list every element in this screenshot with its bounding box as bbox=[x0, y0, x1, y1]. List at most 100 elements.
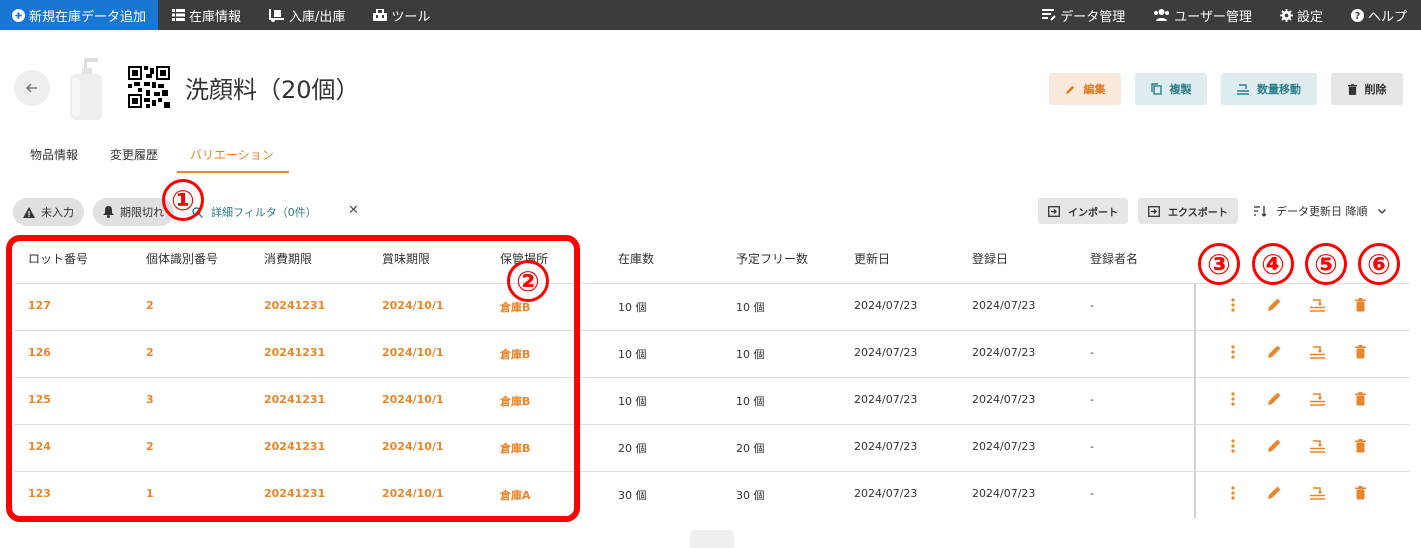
nav-data-management-label: データ管理 bbox=[1060, 9, 1126, 25]
data-management-icon bbox=[1042, 9, 1056, 21]
edit-icon[interactable] bbox=[1265, 343, 1283, 361]
clear-filter-icon[interactable]: ✕ bbox=[348, 203, 359, 218]
cell-planned-free-count: 20 個 bbox=[736, 442, 765, 455]
cell-registered-date: 2024/07/23 bbox=[972, 299, 1036, 312]
top-nav: 新規在庫データ追加 在庫情報 入庫/出庫 ツール データ管理 ユーザー管理 設定… bbox=[0, 0, 1421, 30]
plus-circle-icon bbox=[12, 8, 25, 22]
back-button[interactable] bbox=[14, 70, 50, 106]
import-button[interactable]: インポート bbox=[1038, 198, 1128, 224]
edit-icon[interactable] bbox=[1265, 390, 1283, 408]
cell-planned-free-count: 10 個 bbox=[736, 301, 765, 314]
column-header-registered[interactable]: 登録日 bbox=[972, 250, 1008, 267]
cell-stock-count: 20 個 bbox=[618, 442, 647, 455]
nav-settings[interactable]: 設定 bbox=[1266, 0, 1337, 30]
cell-stock-count: 10 個 bbox=[618, 301, 647, 314]
more-vert-icon[interactable] bbox=[1224, 390, 1242, 408]
expired-filter-label: 期限切れ bbox=[120, 206, 164, 219]
sort-label: データ更新日 降順 bbox=[1276, 205, 1368, 218]
delete-icon[interactable] bbox=[1351, 484, 1369, 502]
tab-change-history[interactable]: 変更履歴 bbox=[110, 146, 158, 163]
nav-in-out-label: 入庫/出庫 bbox=[289, 9, 346, 25]
move-quantity-button[interactable]: 数量移動 bbox=[1221, 73, 1317, 105]
nav-in-out[interactable]: 入庫/出庫 bbox=[255, 0, 359, 30]
add-inventory-label: 新規在庫データ追加 bbox=[29, 9, 147, 25]
cell-updated-date: 2024/07/23 bbox=[854, 440, 918, 453]
users-icon bbox=[1154, 9, 1170, 21]
missing-filter-chip[interactable]: 未入力 bbox=[13, 198, 84, 226]
move-quantity-label: 数量移動 bbox=[1257, 83, 1301, 96]
export-button[interactable]: エクスポート bbox=[1138, 198, 1238, 224]
cell-registrant-name: - bbox=[1090, 346, 1094, 359]
detail-filter-link[interactable]: 詳細フィルタ（0件） bbox=[192, 204, 317, 220]
bell-icon bbox=[103, 206, 114, 218]
nav-user-management-label: ユーザー管理 bbox=[1174, 9, 1252, 25]
column-header-updated[interactable]: 更新日 bbox=[854, 250, 890, 267]
trash-icon bbox=[1347, 83, 1357, 95]
move-icon bbox=[1237, 83, 1249, 95]
annotation-marker-4: ④ bbox=[1252, 243, 1294, 285]
nav-stock-info-label: 在庫情報 bbox=[189, 9, 242, 25]
more-vert-icon[interactable] bbox=[1224, 484, 1242, 502]
edit-icon[interactable] bbox=[1265, 437, 1283, 455]
import-label: インポート bbox=[1068, 207, 1118, 219]
annotation-highlight-box bbox=[6, 235, 580, 522]
pencil-icon bbox=[1065, 85, 1074, 94]
more-vert-icon[interactable] bbox=[1224, 296, 1242, 314]
qr-code-icon[interactable] bbox=[128, 66, 170, 108]
cell-updated-date: 2024/07/23 bbox=[854, 299, 918, 312]
move-icon[interactable] bbox=[1308, 296, 1326, 314]
copy-button-label: 複製 bbox=[1169, 83, 1192, 96]
svg-text:?: ? bbox=[1355, 11, 1360, 22]
nav-data-management[interactable]: データ管理 bbox=[1028, 0, 1139, 30]
help-icon: ? bbox=[1350, 8, 1364, 22]
delete-icon[interactable] bbox=[1351, 296, 1369, 314]
move-icon[interactable] bbox=[1308, 437, 1326, 455]
export-label: エクスポート bbox=[1168, 207, 1228, 219]
copy-button[interactable]: 複製 bbox=[1135, 73, 1207, 105]
edit-icon[interactable] bbox=[1265, 296, 1283, 314]
active-tab-indicator bbox=[177, 171, 289, 173]
cell-updated-date: 2024/07/23 bbox=[854, 487, 918, 500]
edit-icon[interactable] bbox=[1265, 484, 1283, 502]
arrow-left-icon bbox=[26, 83, 37, 93]
toolbox-icon bbox=[373, 9, 388, 21]
cell-registered-date: 2024/07/23 bbox=[972, 393, 1036, 406]
warning-icon bbox=[23, 206, 35, 218]
annotation-marker-6: ⑥ bbox=[1358, 243, 1400, 285]
tab-item-info[interactable]: 物品情報 bbox=[30, 146, 78, 163]
detail-filter-label: 詳細フィルタ（0件） bbox=[211, 206, 317, 219]
edit-button[interactable]: 編集 bbox=[1049, 73, 1121, 105]
more-vert-icon[interactable] bbox=[1224, 437, 1242, 455]
column-header-registrant[interactable]: 登録者名 bbox=[1090, 250, 1138, 267]
delete-button[interactable]: 削除 bbox=[1331, 73, 1403, 105]
move-icon[interactable] bbox=[1308, 343, 1326, 361]
move-icon[interactable] bbox=[1308, 390, 1326, 408]
column-header-planned-free[interactable]: 予定フリー数 bbox=[736, 250, 808, 267]
cell-planned-free-count: 10 個 bbox=[736, 395, 765, 408]
cell-registrant-name: - bbox=[1090, 299, 1094, 312]
import-icon bbox=[1048, 205, 1060, 217]
nav-tools[interactable]: ツール bbox=[359, 0, 444, 30]
more-vert-icon[interactable] bbox=[1224, 343, 1242, 361]
sort-dropdown[interactable]: データ更新日 降順 bbox=[1254, 203, 1394, 219]
tab-variation[interactable]: バリエーション bbox=[190, 146, 274, 163]
delete-icon[interactable] bbox=[1351, 343, 1369, 361]
nav-stock-info[interactable]: 在庫情報 bbox=[158, 0, 255, 30]
nav-help[interactable]: ? ヘルプ bbox=[1337, 0, 1421, 30]
nav-user-management[interactable]: ユーザー管理 bbox=[1139, 0, 1266, 30]
cell-registrant-name: - bbox=[1090, 487, 1094, 500]
missing-filter-label: 未入力 bbox=[41, 206, 74, 219]
add-inventory-button[interactable]: 新規在庫データ追加 bbox=[0, 0, 159, 30]
annotation-marker-3: ③ bbox=[1198, 243, 1240, 285]
move-icon[interactable] bbox=[1308, 484, 1326, 502]
sort-icon bbox=[1254, 206, 1267, 217]
delete-icon[interactable] bbox=[1351, 437, 1369, 455]
actions-column-divider bbox=[1194, 284, 1196, 518]
list-icon bbox=[172, 9, 186, 21]
cell-registered-date: 2024/07/23 bbox=[972, 440, 1036, 453]
column-header-stock[interactable]: 在庫数 bbox=[618, 250, 654, 267]
cell-registrant-name: - bbox=[1090, 440, 1094, 453]
cell-stock-count: 30 個 bbox=[618, 489, 647, 502]
delete-icon[interactable] bbox=[1351, 390, 1369, 408]
cell-stock-count: 10 個 bbox=[618, 395, 647, 408]
